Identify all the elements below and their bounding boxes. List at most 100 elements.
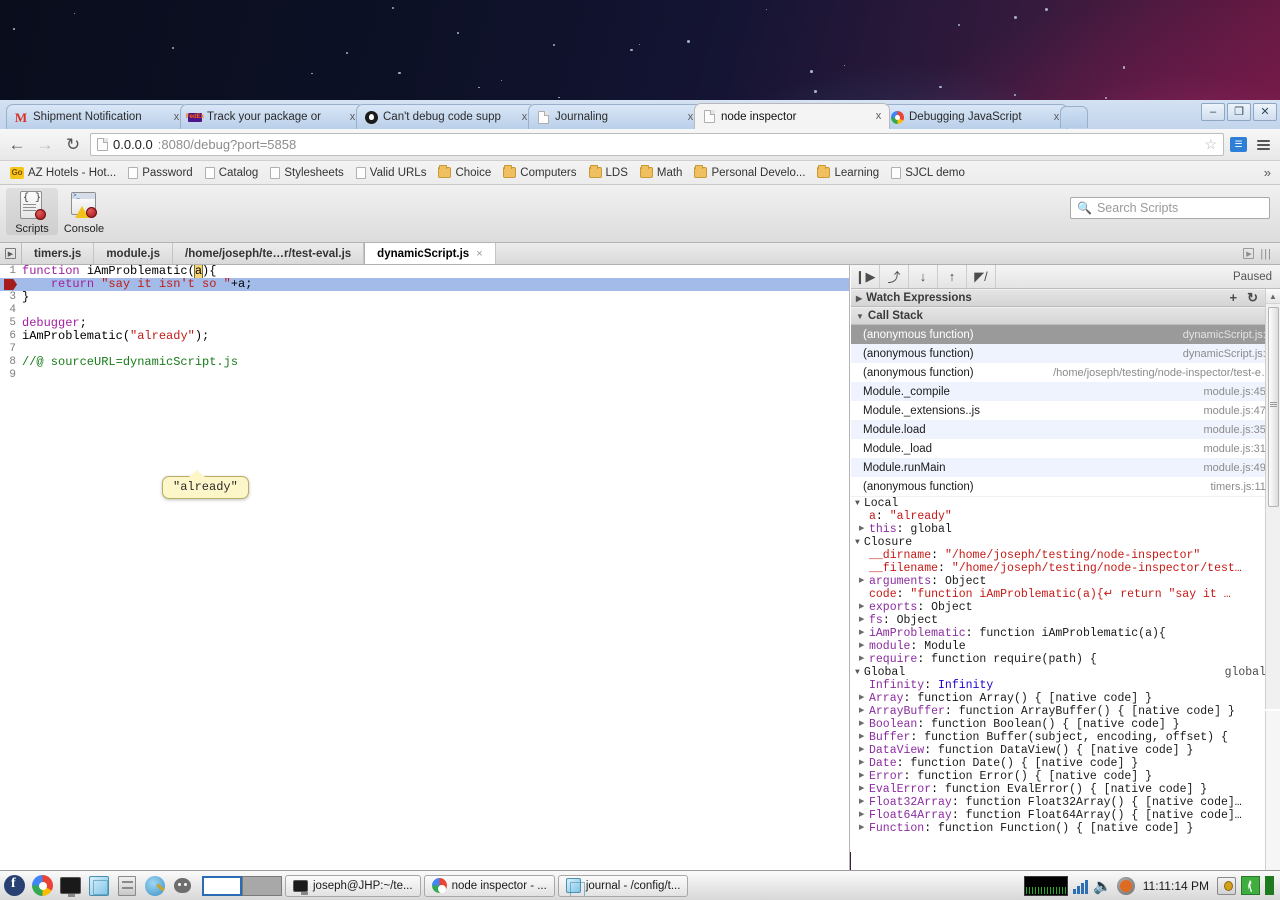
chevron-right-icon[interactable]: ▶	[859, 523, 864, 536]
scope-variable-row[interactable]: code: "function iAmProblematic(a){↵ retu…	[851, 588, 1280, 601]
scope-variable-row[interactable]: ▶ Date: function Date() { [native code] }	[851, 757, 1280, 770]
scope-variable-row[interactable]: ▶ require: function require(path) {	[851, 653, 1280, 666]
line-number[interactable]: 9	[0, 369, 18, 382]
call-stack-frame[interactable]: Module.load module.js:356	[851, 420, 1280, 439]
scope-variable-row[interactable]: ▶ module: Module	[851, 640, 1280, 653]
chevron-right-icon[interactable]: ▶	[859, 796, 864, 809]
script-tab[interactable]: dynamicScript.js ×	[364, 243, 495, 264]
scope-variable-row[interactable]: Infinity: Infinity	[851, 679, 1280, 692]
line-number[interactable]: 8	[0, 356, 18, 369]
scope-variable-row[interactable]: ▶ Boolean: function Boolean() { [native c…	[851, 718, 1280, 731]
taskbar-window-chrome[interactable]: node inspector - ...	[424, 875, 555, 897]
step-out-button[interactable]: ↑	[938, 265, 967, 288]
resume-button[interactable]: ❙▶	[851, 265, 880, 288]
watch-expressions-header[interactable]: ▶ Watch Expressions + ↻	[851, 289, 1280, 307]
code-line[interactable]: 9	[0, 369, 849, 382]
bookmark-item[interactable]: Learning	[812, 166, 884, 180]
chevron-right-icon[interactable]: ▶	[859, 640, 864, 653]
scope-variable-row[interactable]: ▶ DataView: function DataView() { [native…	[851, 744, 1280, 757]
line-number[interactable]: 6	[0, 330, 18, 343]
more-tabs-icon[interactable]: |||	[1260, 248, 1272, 260]
workspace-pager[interactable]	[202, 876, 282, 896]
source-code-view[interactable]: 1function iAmProblematic(a){2 return "sa…	[0, 265, 850, 900]
call-stack-frame[interactable]: (anonymous function) dynamicScript.js:2	[851, 325, 1280, 344]
scope-group-header[interactable]: ▼ Closure	[851, 536, 1280, 549]
chevron-right-icon[interactable]: ▶	[859, 783, 864, 796]
address-bar[interactable]: 0.0.0.0:8080/debug?port=5858 ☆	[90, 133, 1224, 156]
chevron-right-icon[interactable]: ▶	[859, 822, 864, 835]
reload-button[interactable]: ↻	[62, 134, 84, 156]
sidebar-scrollbar[interactable]: ▲	[1265, 289, 1280, 709]
bookmark-item[interactable]: Go AZ Hotels - Hot...	[5, 166, 121, 180]
chevron-right-icon[interactable]: ▶	[859, 809, 864, 822]
logout-icon[interactable]	[1241, 876, 1260, 895]
network-signal-icon[interactable]	[1073, 878, 1088, 894]
scope-variable-row[interactable]: ▶ fs: Object	[851, 614, 1280, 627]
chevron-right-icon[interactable]: ▶	[859, 627, 864, 640]
chevron-right-icon[interactable]: ▶	[859, 757, 864, 770]
line-number[interactable]: 5	[0, 317, 18, 330]
scope-variable-row[interactable]: ▶ exports: Object	[851, 601, 1280, 614]
forward-button[interactable]: →	[34, 134, 56, 156]
call-stack-header[interactable]: ▼ Call Stack	[851, 307, 1280, 325]
add-watch-button[interactable]: +	[1230, 290, 1238, 306]
call-stack-frame[interactable]: Module.runMain module.js:497	[851, 458, 1280, 477]
scope-variable-row[interactable]: ▶ arguments: Object	[851, 575, 1280, 588]
new-tab-button[interactable]	[1060, 106, 1088, 128]
line-number[interactable]: 4	[0, 304, 18, 317]
call-stack-frame[interactable]: Module._load module.js:312	[851, 439, 1280, 458]
browser-tab[interactable]: node inspector x	[694, 103, 890, 129]
line-number[interactable]: 7	[0, 343, 18, 356]
scope-variable-row[interactable]: ▶ Float64Array: function Float64Array() {…	[851, 809, 1280, 822]
media-icon[interactable]	[1117, 877, 1135, 895]
chevron-right-icon[interactable]: ▶	[859, 692, 864, 705]
gimp-launcher-icon[interactable]	[170, 873, 195, 898]
split-view-icon[interactable]: ▶	[1243, 248, 1254, 259]
minimize-button[interactable]: –	[1201, 103, 1225, 121]
bookmark-item[interactable]: Valid URLs	[351, 166, 432, 180]
taskbar-window-terminal[interactable]: joseph@JHP:~/te...	[285, 875, 421, 897]
scope-variable-row[interactable]: a: "already"	[851, 510, 1280, 523]
code-line[interactable]: 8 //@ sourceURL=dynamicScript.js	[0, 356, 849, 369]
workspace-1[interactable]	[202, 876, 242, 896]
virtualbox-launcher-icon[interactable]	[86, 873, 111, 898]
bookmark-item[interactable]: Personal Develo...	[689, 166, 810, 180]
scope-variable-row[interactable]: ▶ Error: function Error() { [native code]…	[851, 770, 1280, 783]
panel-button-console[interactable]: >_ Console	[58, 188, 110, 235]
browser-tab[interactable]: Can't debug code supp x	[356, 104, 536, 129]
step-into-button[interactable]: ↓	[909, 265, 938, 288]
chevron-right-icon[interactable]: ▶	[859, 705, 864, 718]
scrollbar-thumb[interactable]	[1268, 307, 1279, 507]
bookmark-item[interactable]: Math	[635, 166, 688, 180]
scroll-up-icon[interactable]: ▲	[1266, 289, 1280, 304]
line-number[interactable]: 3	[0, 291, 18, 304]
search-launcher-icon[interactable]	[142, 873, 167, 898]
code-line[interactable]: 2 return "say it isn't so "+a;	[0, 278, 849, 291]
script-tab-close-icon[interactable]: ×	[476, 248, 482, 260]
maximize-button[interactable]: ❐	[1227, 103, 1251, 121]
bookmark-item[interactable]: Computers	[498, 166, 581, 180]
scope-variable-row[interactable]: ▶ this: global	[851, 523, 1280, 536]
call-stack-frame[interactable]: (anonymous function) dynamicScript.js:6	[851, 344, 1280, 363]
search-scripts-input[interactable]: 🔍 Search Scripts	[1070, 197, 1270, 219]
code-line[interactable]: 6 iAmProblematic("already");	[0, 330, 849, 343]
script-tab[interactable]: timers.js	[22, 243, 94, 264]
scope-variable-row[interactable]: __dirname: "/home/joseph/testing/node-in…	[851, 549, 1280, 562]
script-tab[interactable]: /home/joseph/te…r/test-eval.js	[173, 243, 364, 264]
scope-group-header[interactable]: ▼ Global global	[851, 666, 1280, 679]
workspace-2[interactable]	[242, 876, 282, 896]
call-stack-frame[interactable]: (anonymous function)/home/joseph/testing…	[851, 363, 1280, 382]
browser-tab[interactable]: Debugging JavaScript x	[882, 104, 1068, 129]
clock[interactable]: 11:11:14 PM	[1140, 879, 1212, 893]
cpu-graph-icon[interactable]	[1024, 876, 1068, 896]
chrome-launcher-icon[interactable]	[30, 873, 55, 898]
terminal-launcher-icon[interactable]	[58, 873, 83, 898]
bookmark-item[interactable]: Password	[123, 166, 198, 180]
scope-variable-row[interactable]: ▶ EvalError: function EvalError() { [nati…	[851, 783, 1280, 796]
scope-group-header[interactable]: ▼ Local	[851, 497, 1280, 510]
taskbar-window-journal[interactable]: journal - /config/t...	[558, 875, 689, 897]
chevron-right-icon[interactable]: ▶	[859, 731, 864, 744]
browser-tab[interactable]: FedEx Track your package or x	[180, 104, 364, 129]
bookmark-item[interactable]: Stylesheets	[265, 166, 348, 180]
tab-close-icon[interactable]: x	[872, 110, 885, 123]
